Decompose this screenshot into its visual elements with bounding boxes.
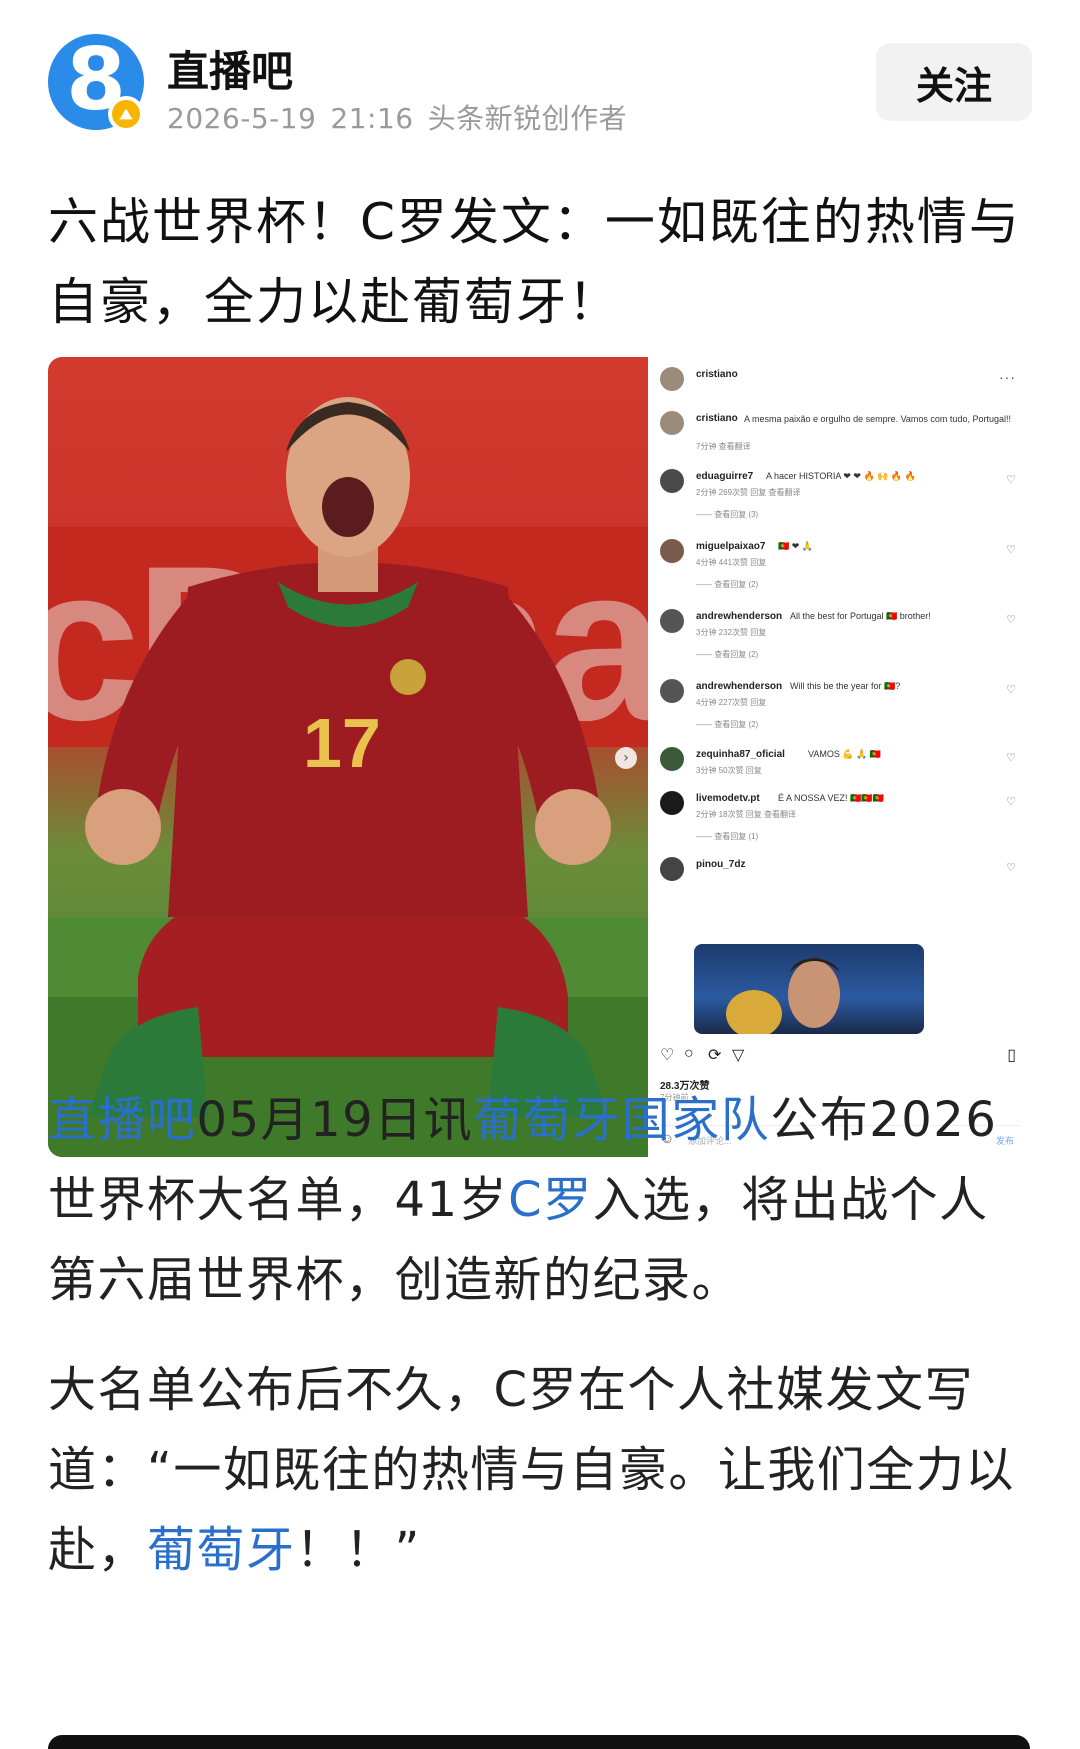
instagram-screenshot: cristiano ··· cristiano A mesma paixão e… <box>648 357 1030 1157</box>
ig-avatar <box>660 791 684 815</box>
ig-comment-photo <box>694 944 924 1034</box>
ig-avatar <box>660 539 684 563</box>
heart-icon: ♡ <box>1006 544 1016 556</box>
comment-icon: ○ <box>684 1045 694 1062</box>
ig-comment-user: andrewhenderson <box>696 611 783 622</box>
ig-avatar <box>660 367 684 391</box>
article-paragraph-2: 大名单公布后不久，C罗在个人社媒发文写道：“一如既往的热情与自豪。让我们全力以赴… <box>48 1350 1038 1590</box>
verified-badge-icon <box>108 96 144 132</box>
article-image[interactable]: cDona 17 › <box>48 357 1030 1157</box>
ig-view-replies: —— 查看回复 (3) <box>696 510 759 519</box>
inline-link[interactable]: 葡萄牙 <box>147 1522 296 1578</box>
heart-icon: ♡ <box>1006 862 1016 874</box>
ig-post-sub: 7分钟 查看翻译 <box>696 442 751 451</box>
ig-comment-user: zequinha87_oficial <box>696 749 785 760</box>
ig-comment-user: pinou_7dz <box>696 859 746 870</box>
celebrating-player-illustration: 17 <box>48 397 648 1157</box>
more-dots-icon: ··· <box>999 369 1016 385</box>
post-time: 21:16 <box>330 102 414 135</box>
article-header: 8 直播吧 2026-5-19 21:16 头条新锐创作者 关注 <box>0 0 1080 150</box>
ig-comment-user: livemodetv.pt <box>696 793 760 804</box>
ig-header-user: cristiano <box>696 369 738 380</box>
bookmark-icon: ▯ <box>1007 1047 1016 1064</box>
jersey-number: 17 <box>303 704 381 782</box>
heart-icon: ♡ <box>1006 684 1016 696</box>
player-photo: cDona 17 › <box>48 357 648 1157</box>
ig-comment-sub: 2分钟 269次赞 回复 查看翻译 <box>696 488 801 497</box>
ig-comment-user: miguelpaixao7 <box>696 541 766 552</box>
article-paragraph-1: 直播吧05月19日讯葡萄牙国家队公布2026世界杯大名单，41岁C罗入选，将出战… <box>48 1080 1038 1320</box>
ig-comment-text: All the best for Portugal 🇵🇹 brother! <box>790 611 931 621</box>
ig-avatar <box>660 609 684 633</box>
ig-view-replies: —— 查看回复 (2) <box>696 580 759 589</box>
chevron-right-icon[interactable]: › <box>615 747 637 769</box>
author-name[interactable]: 直播吧 <box>167 38 293 99</box>
ig-avatar <box>660 679 684 703</box>
ig-comment-text: VAMOS 💪 🙏 🇵🇹 <box>808 749 881 759</box>
ig-comment-sub: 4分钟 227次赞 回复 <box>696 698 767 707</box>
inline-text: ！！” <box>295 1522 421 1578</box>
ig-post-text: A mesma paixão e orgulho de sempre. Vamo… <box>744 414 1011 424</box>
ig-comment-sub: 3分钟 50次赞 回复 <box>696 766 762 775</box>
heart-icon: ♡ <box>1006 474 1016 486</box>
inline-link[interactable]: 葡萄牙国家队 <box>473 1092 770 1148</box>
ig-comment-sub: 4分钟 441次赞 回复 <box>696 558 767 567</box>
next-card-edge <box>48 1735 1030 1749</box>
ig-comment-text: A hacer HISTORIA ❤ ❤ 🔥 🙌 🔥 🔥 <box>766 471 916 481</box>
heart-icon: ♡ <box>1006 752 1016 764</box>
follow-button[interactable]: 关注 <box>876 43 1032 121</box>
ig-view-replies: —— 查看回复 (2) <box>696 720 759 729</box>
heart-icon: ♡ <box>1006 796 1016 808</box>
author-tag: 头条新锐创作者 <box>427 102 628 135</box>
inline-text: 05月19日讯 <box>196 1092 474 1148</box>
ig-avatar <box>660 469 684 493</box>
inline-link[interactable]: 直播吧 <box>48 1092 197 1148</box>
ig-comment-text: É A NOSSA VEZ! 🇵🇹🇵🇹🇵🇹 <box>778 793 884 803</box>
post-date: 2026-5-19 <box>167 102 317 135</box>
ig-comment-sub: 2分钟 18次赞 回复 查看翻译 <box>696 810 797 819</box>
share-icon: ⟳ <box>708 1047 722 1064</box>
ig-comment-user: eduaguirre7 <box>696 471 754 482</box>
heart-icon: ♡ <box>660 1047 675 1064</box>
ig-avatar <box>660 747 684 771</box>
ig-action-bar: ♡ ○ ⟳ ▽ ▯ <box>660 1045 1020 1069</box>
heart-icon: ♡ <box>1006 614 1016 626</box>
ig-comment-text: 🇵🇹 ❤ 🙏 <box>778 541 813 551</box>
article-title: 六战世界杯！C罗发文：一如既往的热情与自豪，全力以赴葡萄牙！ <box>48 193 1021 331</box>
send-icon: ▽ <box>732 1047 745 1064</box>
ig-view-replies: —— 查看回复 (1) <box>696 832 759 841</box>
ig-avatar <box>660 411 684 435</box>
ig-avatar <box>660 857 684 881</box>
ig-comment-sub: 3分钟 232次赞 回复 <box>696 628 767 637</box>
ig-post-user: cristiano <box>696 413 738 424</box>
ig-comment-text: Will this be the year for 🇵🇹? <box>790 681 901 691</box>
inline-link[interactable]: C罗 <box>508 1172 593 1228</box>
ig-comment-user: andrewhenderson <box>696 681 783 692</box>
post-meta: 2026-5-19 21:16 头条新锐创作者 <box>167 97 641 137</box>
ig-view-replies: —— 查看回复 (2) <box>696 650 759 659</box>
